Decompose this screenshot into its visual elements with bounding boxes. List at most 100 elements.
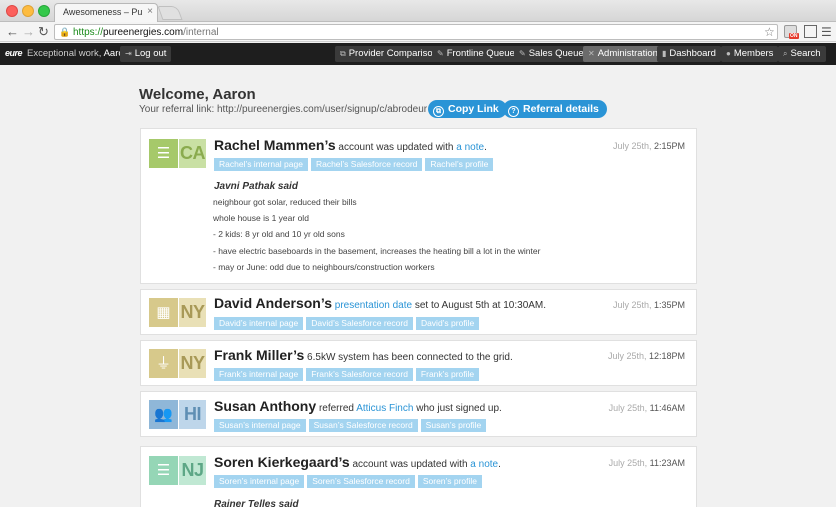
nav-label: Provider Comparison bbox=[348, 48, 438, 59]
headline-suffix: . bbox=[498, 459, 501, 470]
salesforce-record-link[interactable]: Rachel’s Salesforce record bbox=[310, 158, 423, 171]
time: 12:18PM bbox=[648, 351, 685, 361]
minimize-window-button[interactable] bbox=[22, 5, 34, 17]
salesforce-record-link[interactable]: Frank’s Salesforce record bbox=[306, 368, 413, 381]
logout-button[interactable]: ⇥ Log out bbox=[120, 46, 172, 62]
timestamp: July 25th, 12:18PM bbox=[608, 351, 685, 361]
nav-search[interactable]: ⌕ Search bbox=[778, 46, 826, 62]
profile-link[interactable]: Soren’s profile bbox=[417, 475, 483, 488]
user-icon: ● bbox=[726, 49, 731, 58]
nav-label: Frontline Queue bbox=[446, 48, 515, 59]
internal-page-link[interactable]: Soren’s internal page bbox=[214, 475, 305, 488]
wrench-icon: ✕ bbox=[588, 49, 595, 58]
time: 1:35PM bbox=[653, 300, 685, 310]
profile-link[interactable]: Susan’s profile bbox=[420, 419, 487, 432]
note-line: whole house is 1 year old bbox=[213, 213, 309, 223]
close-window-button[interactable] bbox=[6, 5, 18, 17]
bar-chart-icon: ▮ bbox=[662, 49, 667, 58]
feed-item: ▦ NY David Anderson’s presentation date … bbox=[140, 289, 697, 335]
back-icon[interactable]: ← bbox=[6, 24, 19, 40]
time: 11:46AM bbox=[649, 403, 685, 413]
headline-link[interactable]: presentation date bbox=[335, 300, 412, 311]
nav-dashboard[interactable]: ▮ Dashboard bbox=[657, 46, 721, 62]
headline-suffix: set to August 5th at 10:30AM. bbox=[414, 300, 547, 311]
zoom-window-button[interactable] bbox=[38, 5, 50, 17]
logout-icon: ⇥ bbox=[125, 49, 132, 58]
record-links: Frank’s internal page Frank’s Salesforce … bbox=[214, 364, 482, 382]
record-links: Soren’s internal page Soren’s Salesforce … bbox=[214, 471, 485, 489]
state-avatar: ☰ NJ bbox=[149, 456, 206, 485]
nav-provider-comparison[interactable]: ⧉ Provider Comparison bbox=[335, 46, 443, 62]
record-links: Susan’s internal page Susan’s Salesforce … bbox=[214, 415, 489, 433]
note-line: - have electric baseboards in the baseme… bbox=[213, 246, 541, 256]
logo[interactable]: eure bbox=[5, 48, 23, 58]
browser-tab[interactable]: Awesomeness – Pure Ener × bbox=[54, 3, 158, 22]
referral-details-button[interactable]: ? Referral details bbox=[503, 100, 607, 118]
time: 11:23AM bbox=[649, 458, 685, 468]
record-links: David’s internal page David’s Salesforce … bbox=[214, 313, 482, 331]
note-icon: ☰ bbox=[149, 456, 178, 485]
url-domain: pureenergies.com bbox=[103, 27, 184, 38]
bookmark-star-icon[interactable]: ☆ bbox=[764, 25, 775, 39]
cast-icon[interactable] bbox=[804, 25, 817, 38]
feed-item: ⏚ NY Frank Miller’s 6.5kW system has bee… bbox=[140, 340, 697, 386]
nav-sales-queue[interactable]: ✎ Sales Queue bbox=[514, 46, 589, 62]
logout-label: Log out bbox=[134, 48, 167, 59]
state-code: CA bbox=[179, 139, 206, 168]
nav-label: Members bbox=[733, 48, 774, 59]
customer-name[interactable]: Rachel Mammen’s bbox=[214, 137, 336, 153]
browser-tabstrip: Awesomeness – Pure Ener × bbox=[0, 0, 836, 22]
new-tab-button[interactable] bbox=[157, 6, 183, 20]
reload-icon[interactable]: ↻ bbox=[38, 24, 49, 40]
headline-link[interactable]: Atticus Finch bbox=[356, 403, 413, 414]
forward-icon[interactable]: → bbox=[22, 24, 35, 40]
url-scheme: https:// bbox=[73, 27, 104, 38]
headline-link[interactable]: a note bbox=[456, 142, 484, 153]
extension-icon[interactable]: ON bbox=[784, 25, 799, 39]
salesforce-record-link[interactable]: Susan’s Salesforce record bbox=[308, 419, 418, 432]
internal-page-link[interactable]: Susan’s internal page bbox=[214, 419, 306, 432]
nav-label: Search bbox=[790, 48, 821, 59]
nav-administration[interactable]: ✕ Administration bbox=[583, 46, 663, 62]
customer-name[interactable]: Frank Miller’s bbox=[214, 347, 304, 363]
tab-close-icon[interactable]: × bbox=[147, 6, 153, 17]
feed-item: 👥 HI Susan Anthony referred Atticus Finc… bbox=[140, 391, 697, 437]
timestamp: July 25th, 2:15PM bbox=[613, 141, 685, 151]
profile-link[interactable]: David’s profile bbox=[415, 317, 480, 330]
menu-icon[interactable]: ☰ bbox=[821, 25, 832, 39]
lock-icon: 🔒 bbox=[59, 27, 71, 37]
feed-item: ☰ NJ Soren Kierkegaard’s account was upd… bbox=[140, 446, 697, 507]
feed-headline: Rachel Mammen’s account was updated with… bbox=[214, 137, 487, 153]
salesforce-record-link[interactable]: David’s Salesforce record bbox=[306, 317, 413, 330]
internal-page-link[interactable]: Rachel’s internal page bbox=[214, 158, 308, 171]
profile-link[interactable]: Frank’s profile bbox=[415, 368, 480, 381]
copy-link-button[interactable]: ⧉ Copy Link bbox=[428, 100, 507, 118]
headline-text: account was updated with bbox=[338, 142, 454, 153]
nav-label: Sales Queue bbox=[528, 48, 584, 59]
note-author: Rainer Telles said bbox=[214, 499, 299, 507]
time: 2:15PM bbox=[653, 141, 685, 151]
profile-link[interactable]: Rachel’s profile bbox=[425, 158, 494, 171]
internal-page-link[interactable]: David’s internal page bbox=[214, 317, 304, 330]
customer-name[interactable]: David Anderson’s bbox=[214, 295, 332, 311]
salesforce-record-link[interactable]: Soren’s Salesforce record bbox=[307, 475, 415, 488]
calendar-icon: ▦ bbox=[149, 298, 178, 327]
headline-link[interactable]: a note bbox=[470, 459, 498, 470]
internal-page-link[interactable]: Frank’s internal page bbox=[214, 368, 304, 381]
feed-item: ☰ CA Rachel Mammen’s account was updated… bbox=[140, 128, 697, 284]
greeting: Exceptional work, Aaron! bbox=[27, 48, 132, 59]
nav-members[interactable]: ● Members bbox=[721, 46, 779, 62]
tab-title: Awesomeness – Pure Ener bbox=[63, 7, 143, 17]
customer-name[interactable]: Soren Kierkegaard’s bbox=[214, 454, 350, 470]
address-bar[interactable]: 🔒 https://pureenergies.com/internal bbox=[54, 24, 778, 40]
record-links: Rachel’s internal page Rachel’s Salesforc… bbox=[214, 154, 496, 172]
state-code: NJ bbox=[179, 456, 206, 485]
date: July 25th, bbox=[612, 300, 654, 310]
customer-name[interactable]: Susan Anthony bbox=[214, 398, 316, 414]
nav-frontline-queue[interactable]: ✎ Frontline Queue bbox=[432, 46, 520, 62]
date: July 25th, bbox=[612, 141, 654, 151]
state-avatar: 👥 HI bbox=[149, 400, 206, 429]
pencil-icon: ✎ bbox=[437, 49, 444, 58]
url-path: /internal bbox=[183, 27, 219, 38]
greeting-prefix: Exceptional work, bbox=[27, 48, 104, 59]
